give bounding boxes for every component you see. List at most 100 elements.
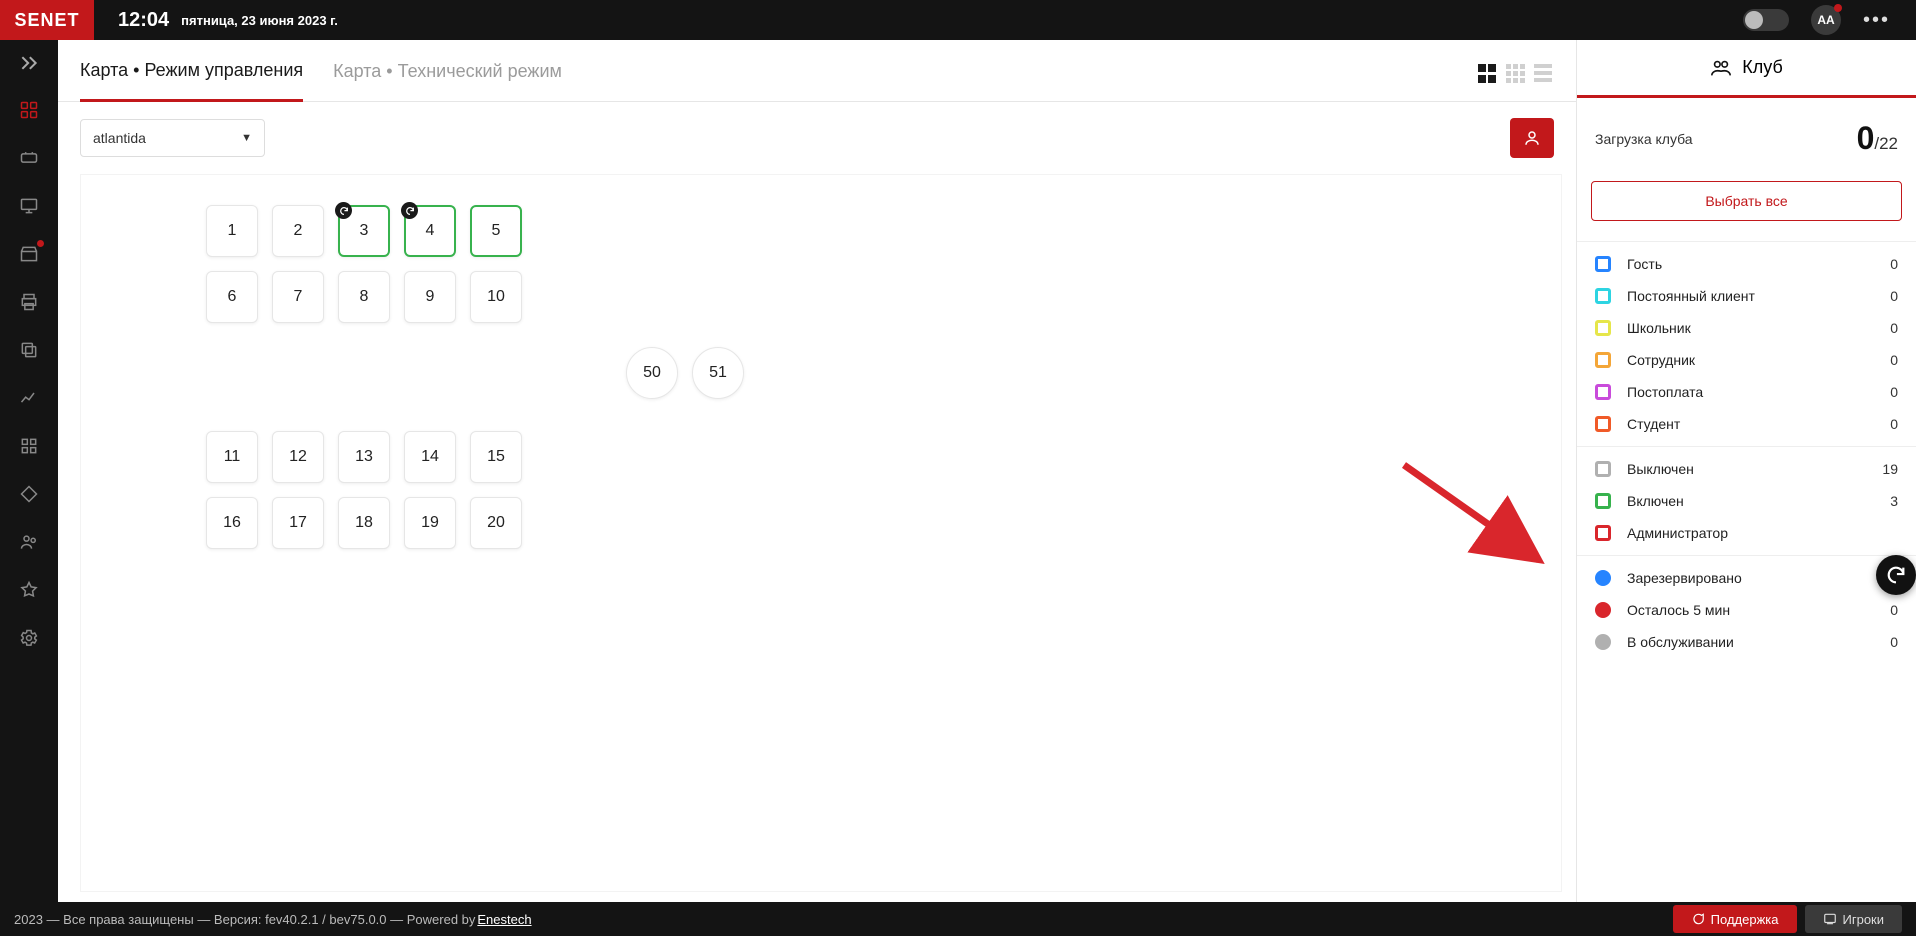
clock: 12:04 (118, 9, 169, 32)
nav-computers[interactable] (0, 182, 58, 230)
view-list-icon[interactable] (1534, 64, 1554, 84)
select-all-button[interactable]: Выбрать все (1591, 181, 1902, 221)
legend-item[interactable]: Администратор (1577, 517, 1916, 549)
legend-count: 0 (1890, 288, 1898, 304)
legend-label: Школьник (1627, 320, 1691, 336)
nav-shop[interactable] (0, 230, 58, 278)
nav-copy[interactable] (0, 326, 58, 374)
legend-swatch (1595, 634, 1611, 650)
nav-favorites[interactable] (0, 566, 58, 614)
seat-6[interactable]: 6 (206, 271, 258, 323)
legend-label: Осталось 5 мин (1627, 602, 1730, 618)
legend-swatch (1595, 525, 1611, 541)
chevron-down-icon: ▼ (241, 132, 252, 144)
seat-10[interactable]: 10 (470, 271, 522, 323)
nav-print[interactable] (0, 278, 58, 326)
seat-50[interactable]: 50 (626, 347, 678, 399)
club-load-current: 0 (1857, 120, 1875, 156)
chat-icon (1823, 912, 1837, 926)
collapse-sidebar-icon[interactable] (0, 40, 58, 86)
tab-map-tech[interactable]: Карта • Технический режим (333, 61, 562, 100)
user-avatar[interactable]: AA (1811, 5, 1841, 35)
seat-2[interactable]: 2 (272, 205, 324, 257)
seat-8[interactable]: 8 (338, 271, 390, 323)
nav-apps[interactable] (0, 422, 58, 470)
legend-item[interactable]: Постоплата0 (1577, 376, 1916, 408)
footer-link[interactable]: Enestech (477, 912, 531, 927)
seat-17[interactable]: 17 (272, 497, 324, 549)
players-label: Игроки (1843, 912, 1885, 927)
nav-tags[interactable] (0, 470, 58, 518)
seat-20[interactable]: 20 (470, 497, 522, 549)
support-button[interactable]: Поддержка (1673, 905, 1797, 933)
theme-toggle[interactable] (1743, 9, 1789, 31)
legend-label: Выключен (1627, 461, 1694, 477)
legend-label: Постоянный клиент (1627, 288, 1755, 304)
sync-icon (335, 202, 352, 219)
club-load-total: /22 (1874, 134, 1898, 153)
legend-item[interactable]: Сотрудник0 (1577, 344, 1916, 376)
nav-users[interactable] (0, 518, 58, 566)
seat-18[interactable]: 18 (338, 497, 390, 549)
seat-map-scroll[interactable]: 12345678910505111121314151617181920 (81, 175, 1561, 891)
nav-settings[interactable] (0, 614, 58, 662)
footer-text: 2023 — Все права защищены — Версия: fev4… (14, 912, 475, 927)
seat-12[interactable]: 12 (272, 431, 324, 483)
legend-item[interactable]: Осталось 5 мин0 (1577, 594, 1916, 626)
view-grid-icon[interactable] (1478, 64, 1498, 84)
nav-shop-badge (37, 240, 44, 247)
seat-3[interactable]: 3 (338, 205, 390, 257)
legend-item[interactable]: Школьник0 (1577, 312, 1916, 344)
legend-swatch (1595, 461, 1611, 477)
add-guest-button[interactable] (1510, 118, 1554, 158)
players-button[interactable]: Игроки (1805, 905, 1903, 933)
seat-11[interactable]: 11 (206, 431, 258, 483)
nav-map[interactable] (0, 86, 58, 134)
legend-count: 0 (1890, 256, 1898, 272)
seat-13[interactable]: 13 (338, 431, 390, 483)
chat-icon (1691, 912, 1705, 926)
more-menu-icon[interactable]: ••• (1863, 9, 1890, 32)
legend-item[interactable]: Выключен19 (1577, 453, 1916, 485)
nav-stats[interactable] (0, 374, 58, 422)
legend-label: Постоплата (1627, 384, 1703, 400)
legend-swatch (1595, 602, 1611, 618)
support-label: Поддержка (1711, 912, 1779, 927)
club-panel: Клуб Загрузка клуба 0/22 Выбрать все Гос… (1576, 40, 1916, 902)
legend-swatch (1595, 256, 1611, 272)
seat-5[interactable]: 5 (470, 205, 522, 257)
seat-19[interactable]: 19 (404, 497, 456, 549)
tab-map-manage[interactable]: Карта • Режим управления (80, 60, 303, 102)
legend-item[interactable]: Студент0 (1577, 408, 1916, 440)
legend-item[interactable]: Гость0 (1577, 248, 1916, 280)
refresh-fab[interactable] (1876, 555, 1916, 595)
nav-sidebar (0, 40, 58, 902)
legend-swatch (1595, 320, 1611, 336)
app-logo[interactable]: SENET (0, 0, 94, 40)
legend-item[interactable]: В обслуживании0 (1577, 626, 1916, 658)
seat-16[interactable]: 16 (206, 497, 258, 549)
seat-7[interactable]: 7 (272, 271, 324, 323)
legend-label: Сотрудник (1627, 352, 1695, 368)
seat-1[interactable]: 1 (206, 205, 258, 257)
nav-sessions[interactable] (0, 134, 58, 182)
club-load-label: Загрузка клуба (1595, 131, 1693, 147)
seat-15[interactable]: 15 (470, 431, 522, 483)
legend-swatch (1595, 570, 1611, 586)
legend-count: 3 (1890, 493, 1898, 509)
seat-9[interactable]: 9 (404, 271, 456, 323)
users-group-icon (1710, 57, 1732, 79)
seat-4[interactable]: 4 (404, 205, 456, 257)
legend-item[interactable]: Зарезервировано0 (1577, 562, 1916, 594)
view-grid-small-icon[interactable] (1506, 64, 1526, 84)
legend-label: Зарезервировано (1627, 570, 1742, 586)
seat-14[interactable]: 14 (404, 431, 456, 483)
legend-label: Администратор (1627, 525, 1728, 541)
legend-label: В обслуживании (1627, 634, 1734, 650)
seat-51[interactable]: 51 (692, 347, 744, 399)
legend-swatch (1595, 352, 1611, 368)
legend-item[interactable]: Постоянный клиент 0 (1577, 280, 1916, 312)
legend-item[interactable]: Включен3 (1577, 485, 1916, 517)
location-select[interactable]: atlantida ▼ (80, 119, 265, 157)
sync-icon (401, 202, 418, 219)
